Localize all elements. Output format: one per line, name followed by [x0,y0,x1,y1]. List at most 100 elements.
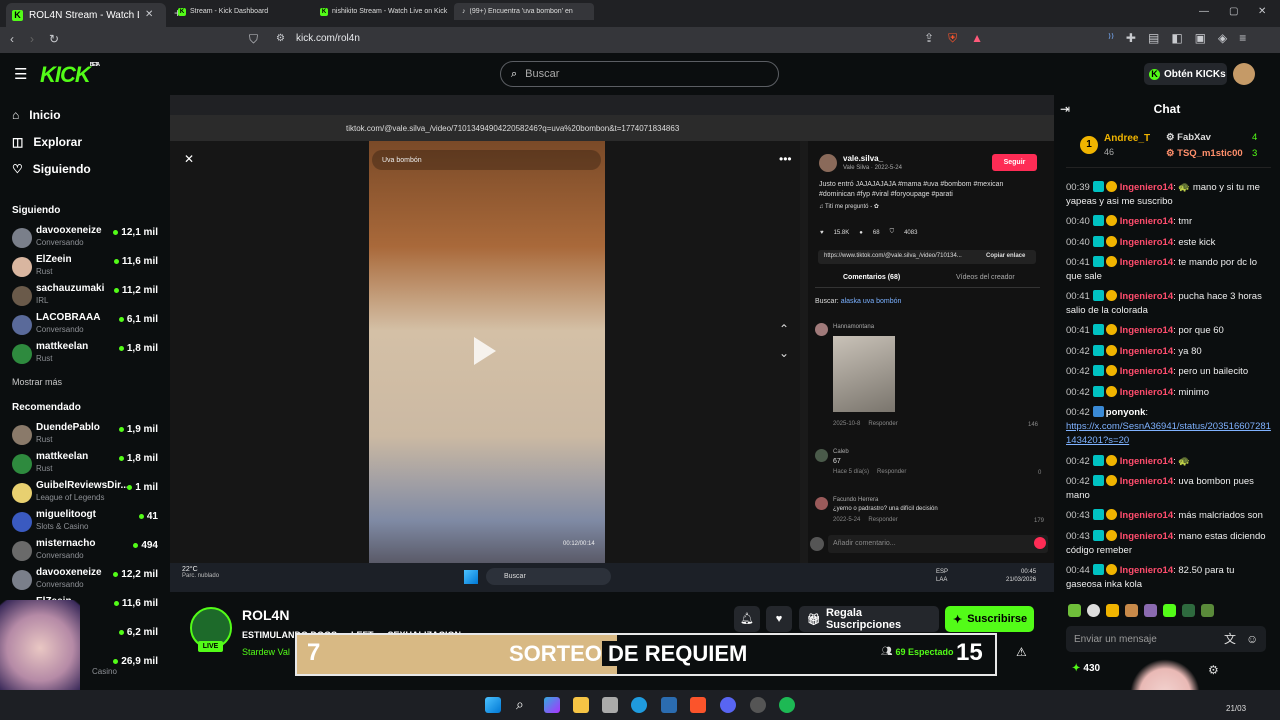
user-avatar[interactable] [1233,63,1255,85]
channel-category: Conversando [36,238,84,247]
gift-badge-icon [1105,365,1117,376]
file-explorer-icon[interactable] [573,697,589,713]
reload-icon[interactable]: ↻ [49,33,59,45]
viewer-count-stream: 👥︎ 69 Espectado [881,646,954,657]
sidebar-channel[interactable]: ElZeein Rust 11,6 mil [12,254,162,280]
viewer-count: 41 [138,511,158,522]
channel-points[interactable]: ✦ 430 [1072,663,1100,674]
video-time: 00:12/00:14 [563,541,595,547]
brave-shield-icon[interactable]: ⛨ [948,32,957,44]
nav-home[interactable]: ⌂ Inicio [12,108,61,122]
emote-icon[interactable] [1068,604,1081,617]
start-icon[interactable] [485,697,501,713]
live-dot-icon [113,659,119,664]
sidebar-channel[interactable]: DuendePablo Rust 1,9 mil [12,422,162,448]
leader-name[interactable]: Andree_T [1104,133,1150,144]
share-icon[interactable]: ⇪ [924,32,934,44]
comment-meta: 2022-5-24 Responder [833,517,898,523]
url-text[interactable]: kick.com/rol4n [296,33,360,44]
streamer-name[interactable]: ROL4N [242,607,289,623]
sidebar-channel[interactable]: LACOBRAAA Conversando 6,1 mil [12,312,162,338]
gift-subs-button[interactable]: 🎁︎ Regala Suscripciones [799,606,939,632]
edge-icon[interactable] [631,697,647,713]
minimize-icon[interactable]: — [1199,7,1209,17]
brave-icon[interactable] [690,697,706,713]
viewer-count: 494 [133,540,158,551]
visual-studio-icon[interactable] [661,697,677,713]
search-input[interactable]: ⌕ Buscar [500,61,779,87]
add-comment-placeholder: Añadir comentario... [833,540,896,547]
emote-icon[interactable] [1106,604,1119,617]
comment-user: Caleb [833,449,849,455]
kick-logo[interactable]: KICKBETA [40,62,100,88]
browser-extensions: ⇪ ⛨ ▲ [924,32,983,44]
app-icon[interactable] [750,697,766,713]
site-info-icon[interactable]: ⚙ [276,34,285,44]
raffle-title: SORTEO DE REQUIEM [509,641,748,666]
sidebar-channel[interactable]: mattkeelan Rust 1,8 mil [12,451,162,477]
hamburger-menu-icon[interactable]: ☰ [14,67,27,82]
report-icon[interactable]: ⚠ [1016,646,1027,658]
recommended-heading: Recomendado [12,402,81,413]
vpn-icon[interactable]: ◈ [1218,32,1227,44]
star-icon: ✦ [953,613,963,626]
sidebar-channel[interactable]: davooxeneize Conversando 12,1 mil [12,225,162,251]
rewards-icon[interactable]: ▲ [971,32,983,44]
channel-name: misternacho [36,538,96,549]
follow-heart-button[interactable]: ♥ [766,606,792,632]
close-tab-icon[interactable]: ✕ [145,10,153,20]
forward-icon[interactable]: › [30,33,34,45]
following-heading: Siguiendo [12,205,61,216]
play-icon [474,337,496,365]
subscribe-button[interactable]: ✦ Suscribirse [945,606,1034,632]
translate-icon[interactable]: ⁾⁾ [1108,32,1114,44]
settings-icon[interactable]: ⚙ [1208,664,1219,676]
show-more-link[interactable]: Mostrar más [12,377,62,387]
emote-icon[interactable] [1125,604,1138,617]
emoji-icon[interactable]: ☺ [1246,633,1258,645]
discord-icon[interactable] [720,697,736,713]
back-icon[interactable]: ‹ [10,33,14,45]
channel-avatar [12,425,32,445]
browser-tab[interactable]: K ROL4N Stream - Watch Live o ✕ [6,3,166,27]
channel-avatar [12,570,32,590]
spotify-icon[interactable] [779,697,795,713]
window-close-icon[interactable]: ✕ [1258,7,1266,17]
search-icon[interactable]: ⌕ [516,697,524,711]
leader-2[interactable]: ⚙ FabXav [1166,132,1211,143]
emote-icon[interactable] [1163,604,1176,617]
store-icon[interactable] [602,697,618,713]
tabs-icon[interactable]: ▤ [1148,32,1159,44]
menu-icon[interactable]: ≡ [1239,32,1246,44]
emote-icon[interactable] [1201,604,1214,617]
sidebar-channel[interactable]: misternacho Conversando 494 [12,538,162,564]
emote-icon[interactable] [1182,604,1195,617]
stream-category[interactable]: Stardew Val [242,647,290,657]
sidebar-channel[interactable]: mattkeelan Rust 1,8 mil [12,341,162,367]
live-dot-icon [118,427,124,432]
sidebar-channel[interactable]: davooxeneize Conversando 12,2 mil [12,567,162,593]
get-kicks-button[interactable]: K Obtén KICKs [1144,63,1227,85]
viewer-count: 1 mil [127,482,158,493]
comment-user: Facundo Herrera [833,497,879,503]
emote-icon[interactable] [1144,604,1157,617]
live-dot-icon [127,485,133,490]
sidebar-toggle-icon[interactable]: ◧ [1171,32,1182,44]
sidebar-channel[interactable]: GuibelReviewsDir... League of Legends 1 mi… [12,480,162,506]
sidebar-channel[interactable]: sachauzumaki IRL 11,2 mil [12,283,162,309]
nav-explore[interactable]: ◫ Explorar [12,135,82,149]
live-dot-icon [113,288,119,293]
chat-input[interactable]: Enviar un mensaje 文 ☺ [1066,626,1266,652]
emote-icon[interactable] [1087,604,1100,617]
leader-3[interactable]: ⚙ TSQ_m1stic00 [1166,148,1243,159]
extensions-icon[interactable]: ✚ [1126,32,1136,44]
copilot-icon[interactable] [544,697,560,713]
maximize-icon[interactable]: ▢ [1229,7,1238,17]
sidebar-channel[interactable]: miguelitoogt Slots & Casino 41 [12,509,162,535]
nav-following[interactable]: ♡ Siguiendo [12,162,91,176]
notifications-button[interactable]: 🔔︎ [734,606,760,632]
translate-icon[interactable]: 文 [1224,633,1236,645]
wallet-icon[interactable]: ▣ [1195,32,1206,44]
viewer-count: 11,6 mil [113,598,158,609]
bookmark-icon[interactable]: ⛉ [249,33,258,45]
